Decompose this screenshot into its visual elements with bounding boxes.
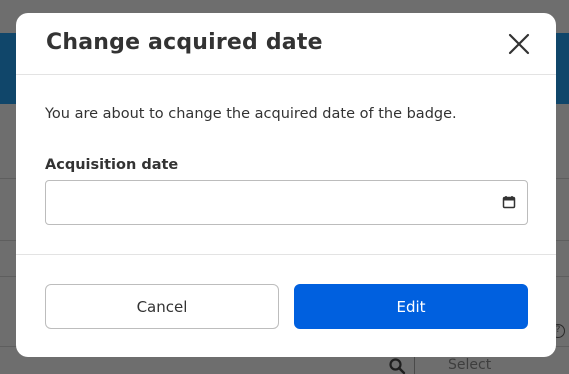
calendar-icon[interactable] [502,195,516,209]
acquisition-date-input[interactable] [46,181,486,224]
dialog-header: Change acquired date [16,13,556,75]
close-icon[interactable] [507,32,531,56]
search-icon[interactable] [388,357,406,374]
dialog-title: Change acquired date [46,30,323,55]
select-placeholder: Select [448,357,492,373]
cancel-button[interactable]: Cancel [45,284,279,329]
dialog-description: You are about to change the acquired dat… [45,106,457,122]
acquisition-date-label: Acquisition date [45,157,179,173]
edit-button[interactable]: Edit [294,284,528,329]
acquisition-date-field[interactable] [45,180,528,225]
change-date-dialog: Change acquired date You are about to ch… [16,13,556,357]
